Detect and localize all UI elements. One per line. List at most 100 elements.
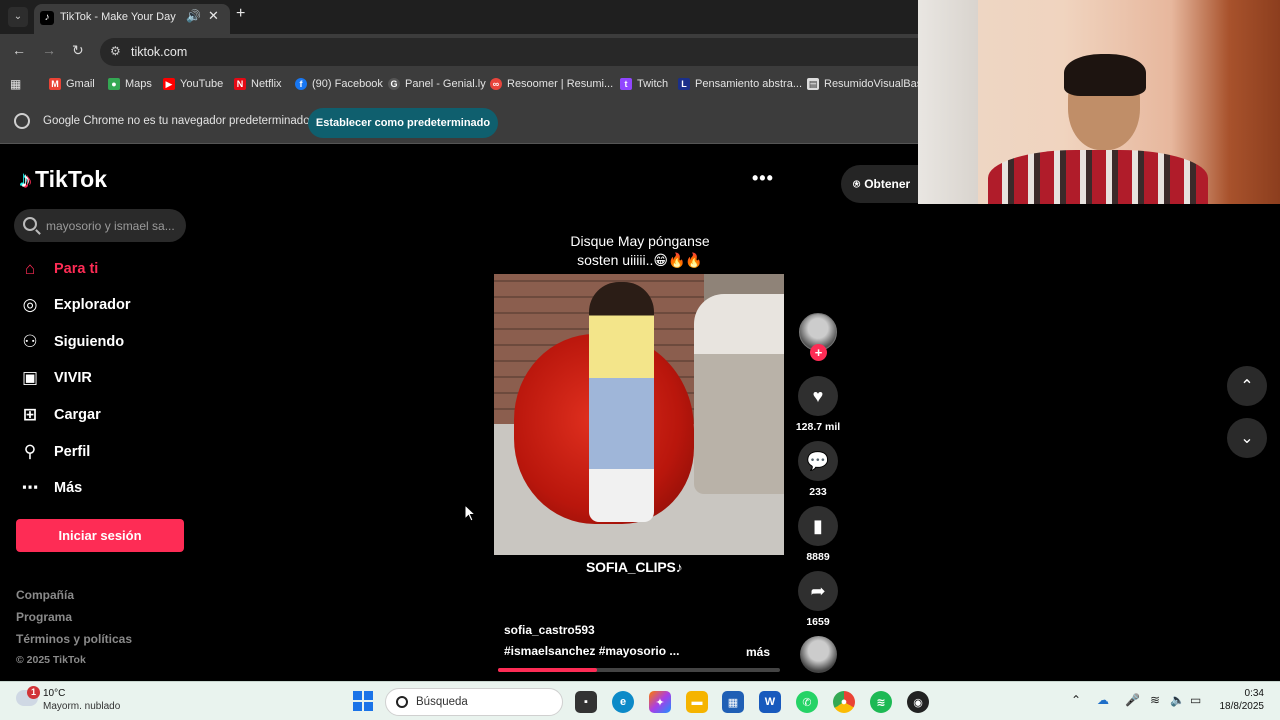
taskbar-search[interactable]: Búsqueda: [385, 688, 563, 716]
bookmark-resumido[interactable]: ▤ ResumidoVisualBasi...: [807, 76, 934, 92]
microphone-icon[interactable]: 🎤: [1125, 693, 1140, 707]
video-more-options-icon[interactable]: •••: [752, 168, 774, 189]
chevron-down-icon: ⌄: [1240, 430, 1254, 447]
video-frame-person-2: [694, 294, 784, 494]
netflix-icon: N: [234, 78, 246, 90]
nav-profile[interactable]: ⚲ Perfil: [20, 439, 91, 465]
clock-time[interactable]: 0:34: [1230, 688, 1264, 699]
live-tv-icon: ▣: [21, 368, 39, 387]
twitch-icon: t: [620, 78, 632, 90]
search-box[interactable]: [14, 209, 186, 242]
new-tab-icon[interactable]: +: [236, 5, 245, 23]
bookmark-twitch[interactable]: t Twitch: [620, 76, 668, 92]
address-bar[interactable]: ⚙ tiktok.com: [100, 38, 918, 66]
compass-icon: ◎: [22, 295, 38, 314]
home-icon: ⌂: [24, 259, 36, 278]
bookmark-netflix[interactable]: N Netflix: [234, 76, 282, 92]
page-icon: ▤: [807, 78, 819, 90]
share-button[interactable]: ➦: [798, 571, 838, 611]
task-view-icon[interactable]: ▪: [575, 691, 597, 713]
set-default-button[interactable]: Establecer como predeterminado: [308, 108, 498, 138]
volume-icon[interactable]: 🔈: [1170, 693, 1185, 707]
bookmark-maps[interactable]: ● Maps: [108, 76, 152, 92]
taskbar-search-text: Búsqueda: [416, 696, 468, 708]
sound-disc-avatar[interactable]: [800, 636, 837, 673]
site-info-icon[interactable]: ⚙: [110, 44, 121, 58]
like-button[interactable]: ♥: [798, 376, 838, 416]
gmail-icon: M: [49, 78, 61, 90]
mouse-cursor-icon: [464, 504, 476, 522]
whatsapp-icon[interactable]: ✆: [796, 691, 818, 713]
nav-following[interactable]: ⚇ Siguiendo: [20, 329, 124, 355]
obs-icon[interactable]: ◉: [907, 691, 929, 713]
share-count: 1659: [806, 616, 830, 628]
webcam-person-body: [988, 150, 1208, 204]
save-button[interactable]: ▮: [798, 506, 838, 546]
bookmark-gmail[interactable]: M Gmail: [49, 76, 95, 92]
following-user-icon: ⚇: [22, 332, 38, 351]
video-player[interactable]: [494, 274, 784, 555]
spotify-icon[interactable]: ≋: [870, 691, 892, 713]
tab-strip: ⌄ ♪ TikTok - Make Your Day 🔊 ✕ +: [0, 0, 918, 34]
nav-explore[interactable]: ◎ Explorador: [20, 292, 131, 318]
more-dots-icon: ⋯: [21, 478, 39, 497]
back-arrow-icon[interactable]: ←: [12, 42, 26, 58]
footer-terms-link[interactable]: Términos y políticas: [16, 632, 132, 646]
clock-date[interactable]: 18/8/2025: [1206, 701, 1265, 712]
edge-icon[interactable]: e: [612, 691, 634, 713]
chrome-taskbar-icon[interactable]: ●: [833, 691, 855, 713]
previous-video-button[interactable]: ⌃: [1227, 366, 1267, 406]
browser-tab[interactable]: ♪ TikTok - Make Your Day 🔊 ✕: [34, 4, 230, 34]
weather-description[interactable]: Mayorm. nublado: [43, 701, 120, 712]
nav-more[interactable]: ⋯ Más: [20, 475, 83, 501]
footer-company-link[interactable]: Compañía: [16, 588, 74, 602]
chevron-up-icon: ⌃: [1240, 378, 1254, 395]
next-video-button[interactable]: ⌄: [1227, 418, 1267, 458]
windows-start-icon[interactable]: [353, 691, 373, 711]
apps-grid-icon[interactable]: ▦: [10, 76, 21, 92]
nav-for-you[interactable]: ⌂ Para ti: [20, 256, 98, 282]
tiktok-logo[interactable]: ♪ TikTok: [20, 166, 107, 193]
word-icon[interactable]: W: [759, 691, 781, 713]
tab-close-icon[interactable]: ✕: [208, 8, 219, 24]
bookmark-genially[interactable]: G Panel - Genial.ly: [388, 76, 486, 92]
comment-button[interactable]: 💬: [798, 441, 838, 481]
copilot-icon[interactable]: ✦: [649, 691, 671, 713]
file-explorer-icon[interactable]: ▬: [686, 691, 708, 713]
youtube-icon: ▶: [163, 78, 175, 90]
video-hashtags[interactable]: #ismaelsanchez #mayosorio ...: [504, 644, 679, 658]
taskbar-search-icon: [396, 696, 408, 708]
battery-icon[interactable]: ▭: [1190, 693, 1201, 707]
bookmark-youtube[interactable]: ▶ YouTube: [163, 76, 223, 92]
weather-temperature[interactable]: 10°C: [43, 688, 65, 699]
webcam-overlay: [918, 0, 1280, 204]
forward-arrow-icon[interactable]: →: [42, 42, 56, 58]
follow-plus-icon[interactable]: +: [810, 344, 827, 361]
caption-more-link[interactable]: más: [746, 645, 770, 659]
nav-live[interactable]: ▣ VIVIR: [20, 365, 92, 391]
search-input[interactable]: [46, 212, 180, 239]
resoomer-icon: ∞: [490, 78, 502, 90]
login-button[interactable]: Iniciar sesión: [16, 519, 184, 552]
microsoft-store-icon[interactable]: ▦: [722, 691, 744, 713]
wifi-icon[interactable]: ≋: [1150, 693, 1160, 707]
get-app-button[interactable]: ⍟ Obtener: [841, 165, 918, 203]
infobar-message: Google Chrome no es tu navegador predete…: [43, 115, 310, 127]
reload-icon[interactable]: ↻: [72, 42, 84, 59]
onedrive-cloud-icon[interactable]: ☁: [1097, 693, 1109, 707]
tab-search-chevron-icon[interactable]: ⌄: [8, 7, 28, 27]
heart-icon: ♥: [812, 385, 824, 406]
bookmark-pensamiento[interactable]: L Pensamiento abstra...: [678, 76, 802, 92]
bookmark-resoomer[interactable]: ∞ Resoomer | Resumi...: [490, 76, 613, 92]
video-progress-bar[interactable]: [498, 668, 780, 672]
tray-overflow-chevron-icon[interactable]: ⌃: [1071, 693, 1081, 707]
video-author[interactable]: sofia_castro593: [504, 623, 595, 637]
nav-upload[interactable]: ⊞ Cargar: [20, 402, 101, 428]
webcam-person-hair: [1064, 54, 1146, 96]
tab-audio-icon[interactable]: 🔊: [186, 9, 201, 23]
video-frame-person: [589, 282, 654, 522]
footer-program-link[interactable]: Programa: [16, 610, 72, 624]
tiktok-favicon-icon: ♪: [40, 11, 54, 25]
video-progress-fill: [498, 668, 597, 672]
bookmark-facebook[interactable]: f (90) Facebook: [295, 76, 383, 92]
